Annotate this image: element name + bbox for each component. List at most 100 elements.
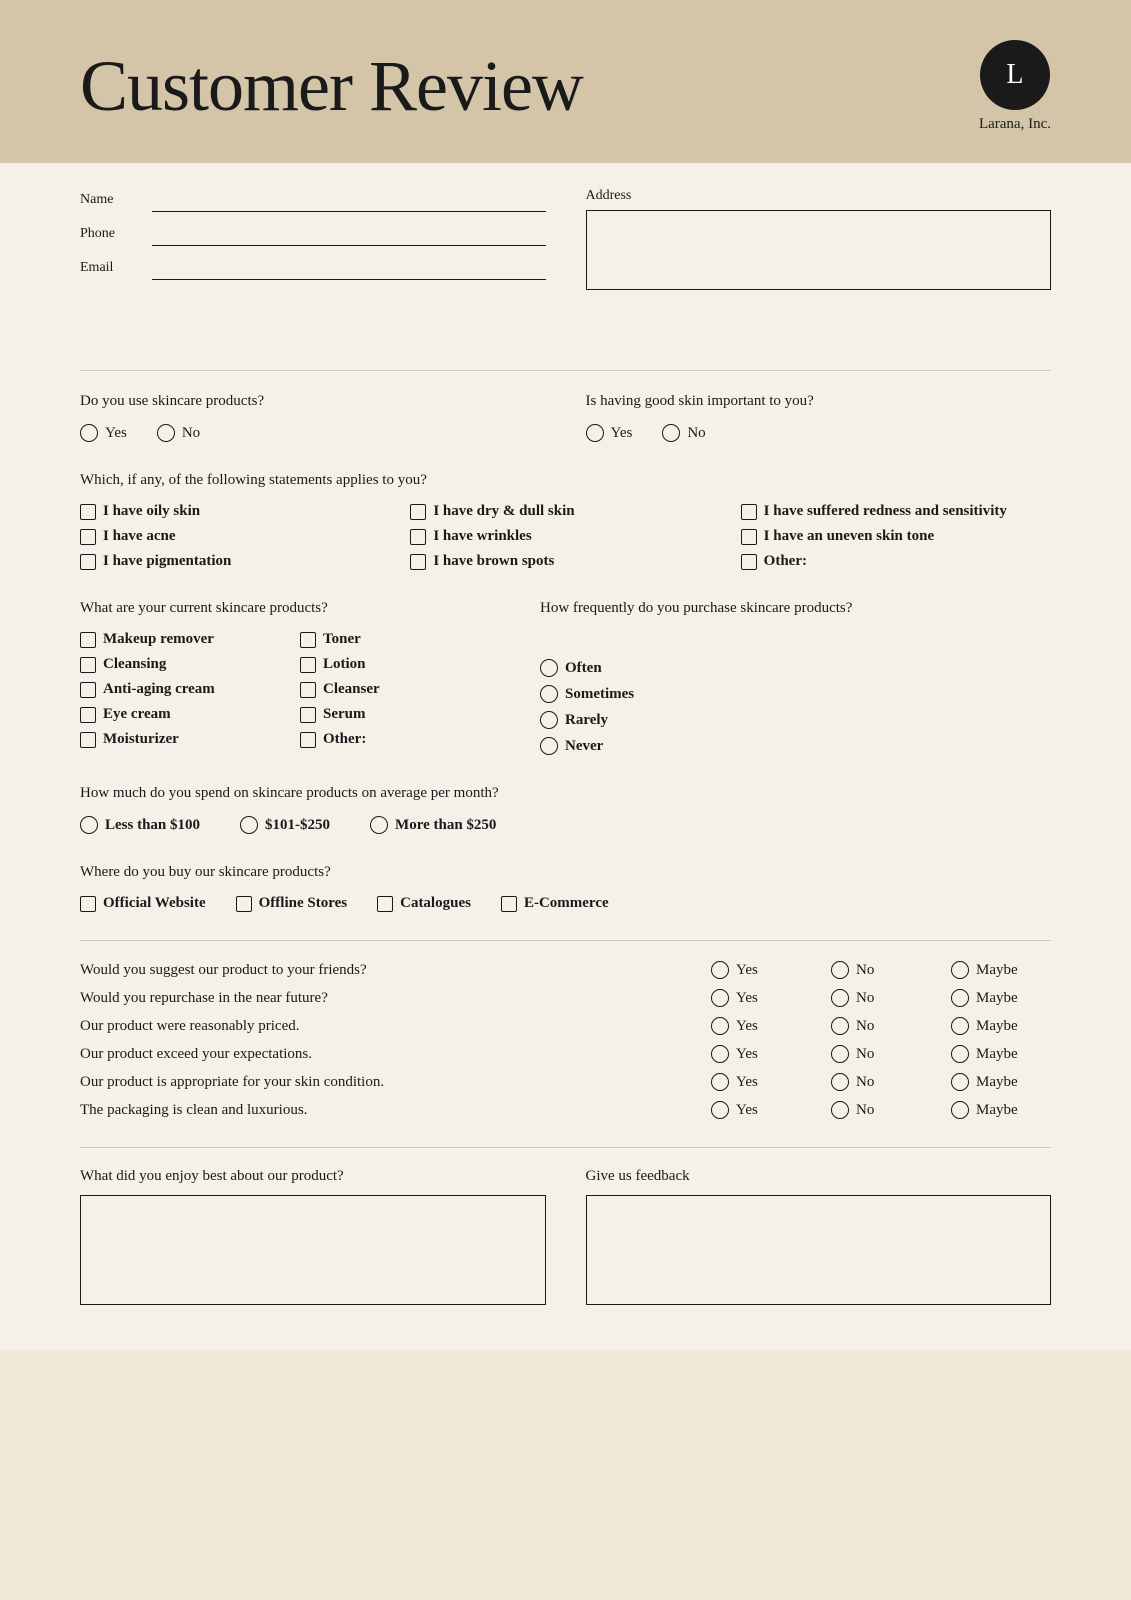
r5-yes-radio[interactable] [711,1073,729,1091]
q5-sometimes[interactable]: Sometimes [540,685,1051,703]
q5-never[interactable]: Never [540,737,1051,755]
q4-moisturizer-cb[interactable] [80,732,96,748]
q4-serum[interactable]: Serum [300,706,500,723]
phone-input[interactable] [152,222,546,246]
r6-maybe-radio[interactable] [951,1101,969,1119]
q2-no[interactable]: No [662,424,705,442]
q3-redness[interactable]: I have suffered redness and sensitivity [741,503,1051,520]
q3-other-cb[interactable] [741,554,757,570]
q6-more250-radio[interactable] [370,816,388,834]
q4-eyecream-cb[interactable] [80,707,96,723]
r3-no-radio[interactable] [831,1017,849,1035]
q4-moisturizer[interactable]: Moisturizer [80,731,280,748]
r3-maybe[interactable]: Maybe [951,1017,1041,1035]
r1-yes[interactable]: Yes [711,961,801,979]
q7-ecommerce[interactable]: E-Commerce [501,895,609,912]
q1-no[interactable]: No [157,424,200,442]
q6-less100-radio[interactable] [80,816,98,834]
r4-maybe-radio[interactable] [951,1045,969,1063]
q4-lotion-cb[interactable] [300,657,316,673]
q2-yes[interactable]: Yes [586,424,633,442]
q3-dry[interactable]: I have dry & dull skin [410,503,720,520]
q4-makeup[interactable]: Makeup remover [80,631,280,648]
r1-maybe-radio[interactable] [951,961,969,979]
r3-no[interactable]: No [831,1017,921,1035]
q7-offline[interactable]: Offline Stores [236,895,347,912]
q4-cleanser[interactable]: Cleanser [300,681,500,698]
q3-acne[interactable]: I have acne [80,528,390,545]
q3-wrinkles[interactable]: I have wrinkles [410,528,720,545]
q3-other[interactable]: Other: [741,553,1051,570]
r4-no[interactable]: No [831,1045,921,1063]
q4-eyecream[interactable]: Eye cream [80,706,280,723]
r4-yes[interactable]: Yes [711,1045,801,1063]
q6-more250[interactable]: More than $250 [370,816,496,834]
q3-brown[interactable]: I have brown spots [410,553,720,570]
r5-no-radio[interactable] [831,1073,849,1091]
q3-acne-cb[interactable] [80,529,96,545]
r6-no[interactable]: No [831,1101,921,1119]
q3-brown-cb[interactable] [410,554,426,570]
r1-no[interactable]: No [831,961,921,979]
r1-no-radio[interactable] [831,961,849,979]
q3-oily[interactable]: I have oily skin [80,503,390,520]
email-input[interactable] [152,256,546,280]
address-input[interactable] [586,210,1052,290]
q2-no-radio[interactable] [662,424,680,442]
q4-toner[interactable]: Toner [300,631,500,648]
q4-serum-cb[interactable] [300,707,316,723]
r6-yes[interactable]: Yes [711,1101,801,1119]
q7-ecommerce-cb[interactable] [501,896,517,912]
q7-catalogues-cb[interactable] [377,896,393,912]
q3-dry-cb[interactable] [410,504,426,520]
r1-maybe[interactable]: Maybe [951,961,1041,979]
r2-maybe-radio[interactable] [951,989,969,1007]
q5-rarely-radio[interactable] [540,711,558,729]
r2-yes-radio[interactable] [711,989,729,1007]
r3-yes[interactable]: Yes [711,1017,801,1035]
r4-no-radio[interactable] [831,1045,849,1063]
r2-maybe[interactable]: Maybe [951,989,1041,1007]
q3-redness-cb[interactable] [741,504,757,520]
q4-antiaging[interactable]: Anti-aging cream [80,681,280,698]
q3-pig-cb[interactable] [80,554,96,570]
q1-no-radio[interactable] [157,424,175,442]
q3-uneven-cb[interactable] [741,529,757,545]
q3-pigmentation[interactable]: I have pigmentation [80,553,390,570]
q7-website-cb[interactable] [80,896,96,912]
r3-yes-radio[interactable] [711,1017,729,1035]
q4-cleansing[interactable]: Cleansing [80,656,280,673]
r4-yes-radio[interactable] [711,1045,729,1063]
r2-no[interactable]: No [831,989,921,1007]
q6-mid-radio[interactable] [240,816,258,834]
q4-other-cb[interactable] [300,732,316,748]
r2-yes[interactable]: Yes [711,989,801,1007]
q6-less100[interactable]: Less than $100 [80,816,200,834]
q5-often-radio[interactable] [540,659,558,677]
r6-maybe[interactable]: Maybe [951,1101,1041,1119]
r2-no-radio[interactable] [831,989,849,1007]
r6-yes-radio[interactable] [711,1101,729,1119]
q4-other[interactable]: Other: [300,731,500,748]
q4-cleansing-cb[interactable] [80,657,96,673]
name-input[interactable] [152,188,546,212]
q5-often[interactable]: Often [540,659,1051,677]
r3-maybe-radio[interactable] [951,1017,969,1035]
q4-antiaging-cb[interactable] [80,682,96,698]
r5-maybe-radio[interactable] [951,1073,969,1091]
q3-uneven[interactable]: I have an uneven skin tone [741,528,1051,545]
q3-oily-cb[interactable] [80,504,96,520]
q2-yes-radio[interactable] [586,424,604,442]
q5-rarely[interactable]: Rarely [540,711,1051,729]
q3-wrinkles-cb[interactable] [410,529,426,545]
r5-maybe[interactable]: Maybe [951,1073,1041,1091]
q6-mid[interactable]: $101-$250 [240,816,330,834]
q4-toner-cb[interactable] [300,632,316,648]
q5-sometimes-radio[interactable] [540,685,558,703]
q7-website[interactable]: Official Website [80,895,206,912]
q1-yes-radio[interactable] [80,424,98,442]
q1-yes[interactable]: Yes [80,424,127,442]
r4-maybe[interactable]: Maybe [951,1045,1041,1063]
q4-makeup-cb[interactable] [80,632,96,648]
r5-no[interactable]: No [831,1073,921,1091]
